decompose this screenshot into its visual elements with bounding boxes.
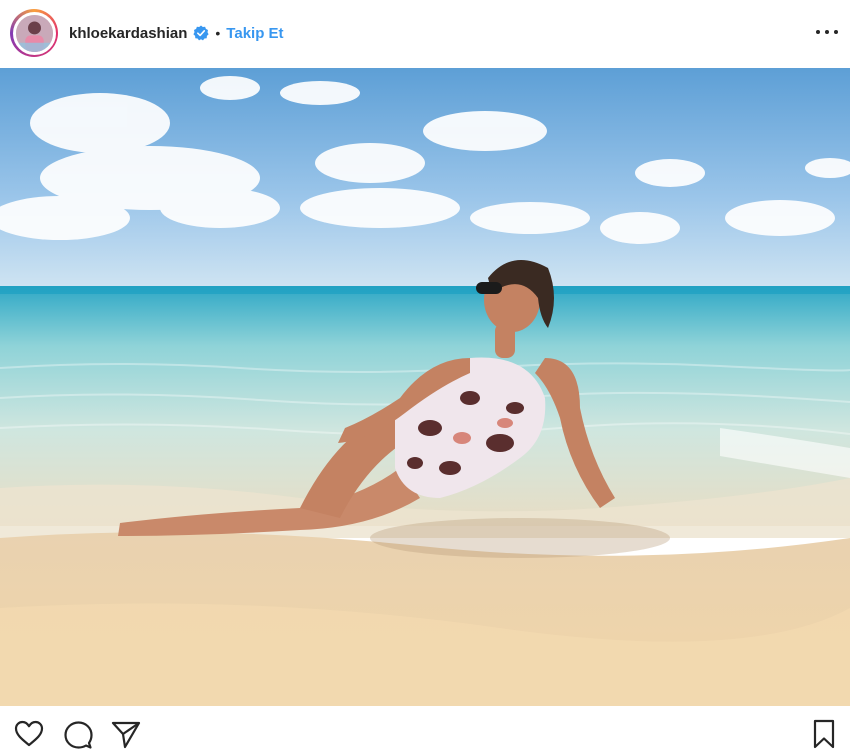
more-dot [834,30,838,34]
username[interactable]: khloekardashian [69,25,187,42]
more-dot [816,30,820,34]
action-bar [0,708,850,756]
heart-icon[interactable] [13,718,45,750]
comment-icon[interactable] [62,718,94,750]
more-options-icon[interactable] [816,22,838,42]
instagram-post: khloekardashian • Takip Et [0,0,850,756]
avatar[interactable] [10,9,58,57]
post-image[interactable] [0,68,850,706]
separator-dot: • [215,25,221,41]
avatar-image [12,11,56,55]
follow-button[interactable]: Takip Et [226,25,283,42]
verified-badge-icon [193,25,209,41]
beach-photo [0,68,850,706]
more-dot [825,30,829,34]
bookmark-icon[interactable] [808,718,840,750]
share-icon[interactable] [110,718,142,750]
post-header: khloekardashian • Takip Et [0,0,850,66]
